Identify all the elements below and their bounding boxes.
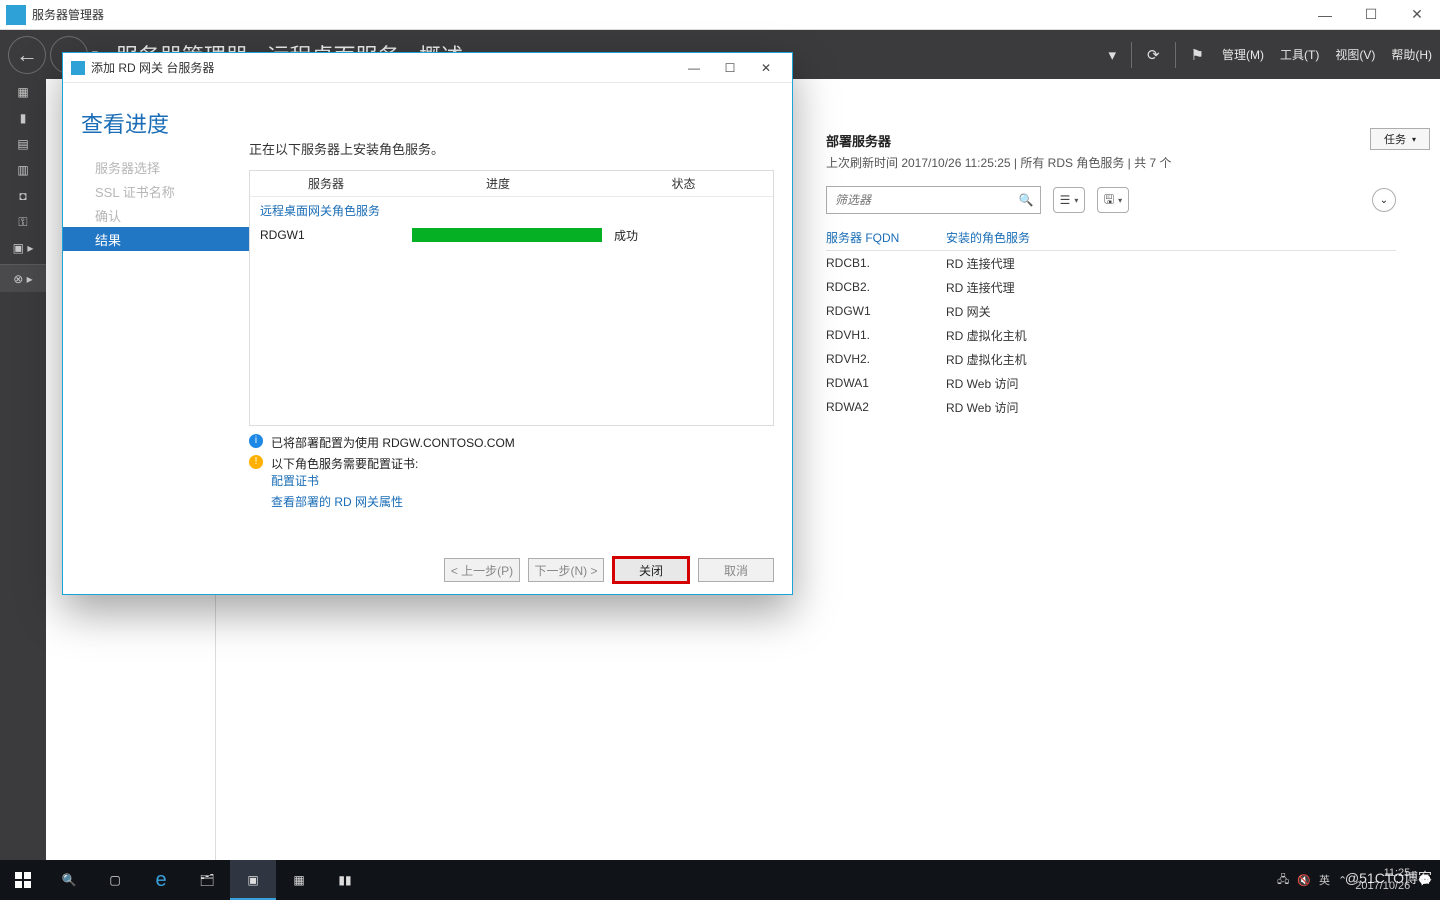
deployment-servers-panel: 部署服务器 上次刷新时间 2017/10/26 11:25:25 | 所有 RD… bbox=[826, 131, 1396, 844]
progress-table: 服务器 进度 状态 远程桌面网关角色服务 RDGW1 成功 bbox=[249, 170, 774, 426]
search-icon[interactable]: 🔍 bbox=[1012, 187, 1040, 213]
server-manager-taskbar-icon[interactable]: ▣ bbox=[230, 860, 276, 900]
ie-icon[interactable]: e bbox=[138, 860, 184, 900]
info-note: i 已将部署配置为使用 RDGW.CONTOSO.COM bbox=[249, 434, 774, 451]
progress-table-header: 服务器 进度 状态 bbox=[250, 171, 773, 197]
table-row[interactable]: RDGW1RD 网关 bbox=[826, 299, 1396, 323]
cancel-button: 取消 bbox=[698, 558, 774, 582]
row-server: RDGW1 bbox=[260, 228, 412, 242]
grid-view-dropdown[interactable]: ☰ bbox=[1053, 187, 1085, 213]
dialog-subtext: 正在以下服务器上安装角色服务。 bbox=[249, 139, 774, 158]
ts-expand-icon[interactable]: ⊗ ▸ bbox=[0, 264, 46, 292]
panel-title: 部署服务器 bbox=[826, 131, 1396, 150]
dialog-close-button[interactable]: ✕ bbox=[748, 54, 784, 82]
breadcrumb-dropdown-icon[interactable]: ▾ bbox=[1098, 30, 1126, 79]
window-minimize-button[interactable]: — bbox=[1302, 0, 1348, 30]
col-server: 服务器 bbox=[250, 175, 402, 192]
dialog-title: 添加 RD 网关 台服务器 bbox=[91, 59, 214, 76]
configure-cert-link[interactable]: 配置证书 bbox=[271, 474, 319, 488]
network-icon[interactable]: 🖧 bbox=[1277, 871, 1289, 890]
table-row[interactable]: RDVH1.RD 虚拟化主机 bbox=[826, 323, 1396, 347]
ts-iis-icon[interactable]: ◘ bbox=[0, 183, 46, 209]
ts-key-icon[interactable]: ⚿ bbox=[0, 209, 46, 235]
menu-view[interactable]: 视图(V) bbox=[1327, 30, 1383, 79]
progress-bar bbox=[412, 228, 602, 242]
add-rd-gateway-dialog: 添加 RD 网关 台服务器 — ☐ ✕ 查看进度 服务器选择 SSL 证书名称 … bbox=[62, 52, 793, 595]
task-view-icon[interactable]: ▢ bbox=[92, 860, 138, 900]
table-row[interactable]: RDCB2.RD 连接代理 bbox=[826, 275, 1396, 299]
step-server-select: 服务器选择 bbox=[63, 155, 249, 179]
menu-help[interactable]: 帮助(H) bbox=[1383, 30, 1440, 79]
ts-local-server-icon[interactable]: ▮ bbox=[0, 105, 46, 131]
step-results: 结果 bbox=[63, 227, 249, 251]
col-progress: 进度 bbox=[402, 175, 594, 192]
dialog-icon bbox=[71, 61, 85, 75]
warning-icon: ! bbox=[249, 455, 263, 469]
expand-panel-button[interactable]: ⌄ bbox=[1372, 188, 1396, 212]
info-icon: i bbox=[249, 434, 263, 448]
dialog-footer: < 上一步(P) 下一步(N) > 关闭 取消 bbox=[63, 546, 792, 594]
watermark: @51CTO博客 bbox=[1345, 868, 1432, 888]
filter-input-wrap: 🔍 bbox=[826, 186, 1041, 214]
servers-table: 服务器 FQDN 安装的角色服务 RDCB1.RD 连接代理 RDCB2.RD … bbox=[826, 225, 1396, 419]
table-row[interactable]: RDWA1RD Web 访问 bbox=[826, 371, 1396, 395]
step-ssl-cert: SSL 证书名称 bbox=[63, 179, 249, 203]
window-close-button[interactable]: ✕ bbox=[1394, 0, 1440, 30]
table-row[interactable]: RDWA2RD Web 访问 bbox=[826, 395, 1396, 419]
start-button[interactable] bbox=[0, 860, 46, 900]
step-confirm: 确认 bbox=[63, 203, 249, 227]
next-button: 下一步(N) > bbox=[528, 558, 604, 582]
dialog-steps: 查看进度 服务器选择 SSL 证书名称 确认 结果 bbox=[63, 83, 249, 546]
table-row[interactable]: RDVH2.RD 虚拟化主机 bbox=[826, 347, 1396, 371]
view-deploy-props-link[interactable]: 查看部署的 RD 网关属性 bbox=[271, 495, 403, 509]
explorer-icon[interactable]: 🗂 bbox=[184, 860, 230, 900]
col-role[interactable]: 安装的角色服务 bbox=[946, 229, 1030, 246]
dialog-maximize-button[interactable]: ☐ bbox=[712, 54, 748, 82]
app-titlebar: 服务器管理器 — ☐ ✕ bbox=[0, 0, 1440, 30]
tasks-dropdown[interactable]: 任务 bbox=[1370, 128, 1430, 150]
ts-all-servers-icon[interactable]: ▤ bbox=[0, 131, 46, 157]
taskbar: 🔍 ▢ e 🗂 ▣ ▦ ▮▮ 🖧 🔇 英 ⌃ 11:25 2017/10/26 … bbox=[0, 860, 1440, 900]
dialog-minimize-button[interactable]: — bbox=[676, 54, 712, 82]
dialog-titlebar: 添加 RD 网关 台服务器 — ☐ ✕ bbox=[63, 53, 792, 83]
warning-note: ! 以下角色服务需要配置证书:配置证书 bbox=[249, 455, 774, 489]
search-icon[interactable]: 🔍 bbox=[46, 860, 92, 900]
table-row[interactable]: RDCB1.RD 连接代理 bbox=[826, 251, 1396, 275]
left-toolstrip: ▦ ▮ ▤ ▥ ◘ ⚿ ▣ ▸ ⊗ ▸ bbox=[0, 79, 46, 860]
ts-file-services-icon[interactable]: ▥ bbox=[0, 157, 46, 183]
row-status: 成功 bbox=[604, 227, 773, 244]
ts-dashboard-icon[interactable]: ▦ bbox=[0, 79, 46, 105]
nav-back-button[interactable]: ← bbox=[8, 36, 46, 74]
refresh-icon[interactable]: ⟳ bbox=[1137, 30, 1170, 79]
panel-subtitle: 上次刷新时间 2017/10/26 11:25:25 | 所有 RDS 角色服务… bbox=[826, 154, 1396, 171]
notifications-flag-icon[interactable]: ⚑ bbox=[1181, 30, 1214, 79]
dialog-heading: 查看进度 bbox=[81, 107, 249, 139]
ts-rds-icon[interactable]: ▣ ▸ bbox=[0, 235, 46, 261]
table-header: 服务器 FQDN 安装的角色服务 bbox=[826, 225, 1396, 251]
service-group-label: 远程桌面网关角色服务 bbox=[250, 197, 773, 224]
app-title: 服务器管理器 bbox=[32, 6, 104, 23]
menu-tools[interactable]: 工具(T) bbox=[1272, 30, 1327, 79]
window-maximize-button[interactable]: ☐ bbox=[1348, 0, 1394, 30]
close-button[interactable]: 关闭 bbox=[612, 556, 690, 584]
volume-muted-icon[interactable]: 🔇 bbox=[1297, 874, 1311, 887]
col-status: 状态 bbox=[594, 175, 773, 192]
filter-input[interactable] bbox=[827, 187, 1012, 213]
view-props-note: 查看部署的 RD 网关属性 bbox=[249, 493, 774, 510]
progress-row: RDGW1 成功 bbox=[250, 224, 773, 246]
servers-icon[interactable]: ▮▮ bbox=[322, 860, 368, 900]
ime-indicator[interactable]: 英 bbox=[1319, 872, 1330, 888]
prev-button: < 上一步(P) bbox=[444, 558, 520, 582]
hyperv-icon[interactable]: ▦ bbox=[276, 860, 322, 900]
app-icon bbox=[6, 5, 26, 25]
col-fqdn[interactable]: 服务器 FQDN bbox=[826, 229, 946, 246]
menu-manage[interactable]: 管理(M) bbox=[1214, 30, 1272, 79]
save-view-dropdown[interactable]: 🖫 bbox=[1097, 187, 1129, 213]
